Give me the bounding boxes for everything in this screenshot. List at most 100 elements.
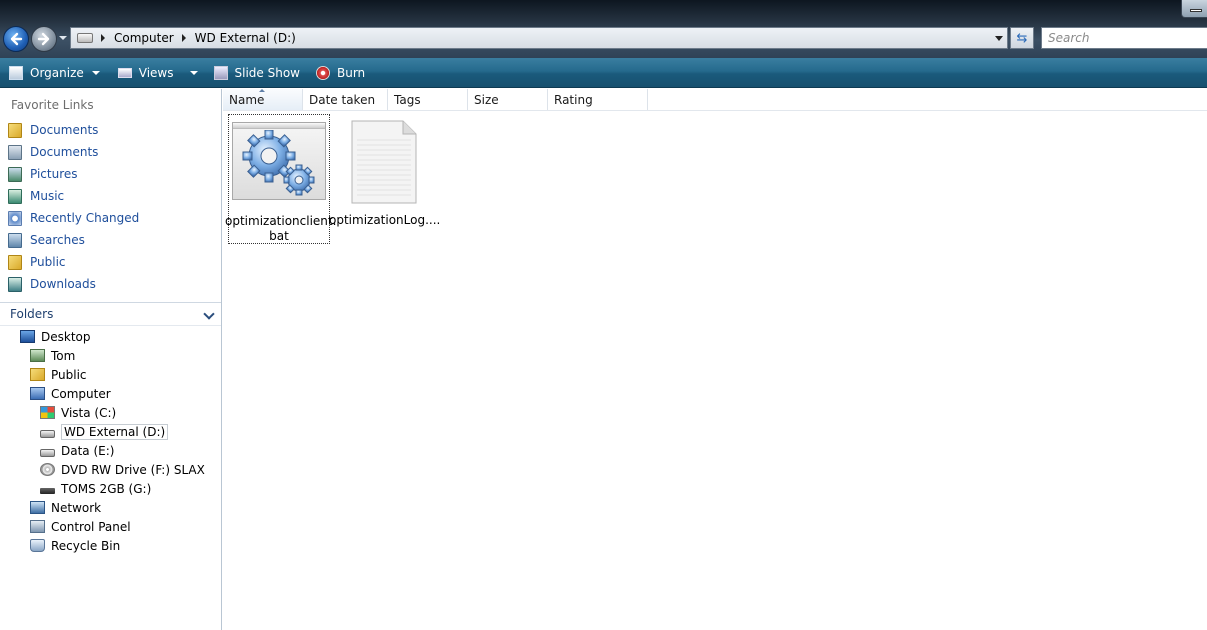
text-document-icon	[351, 120, 417, 204]
computer-icon	[30, 387, 45, 400]
command-bar: Organize Views Slide Show Burn	[0, 58, 1207, 88]
column-header-size[interactable]: Size	[468, 89, 548, 110]
views-icon	[117, 67, 132, 78]
favorite-link-recently-changed[interactable]: Recently Changed	[0, 207, 221, 229]
slide-show-icon	[213, 65, 228, 80]
tree-item-label: Tom	[51, 348, 76, 363]
favorite-link-label: Public	[30, 255, 66, 269]
file-item-optimizationclient-bat[interactable]: optimizationclient. bat	[225, 114, 337, 244]
chevron-down-icon	[91, 70, 100, 75]
organize-button[interactable]: Organize	[0, 58, 106, 87]
tree-item-computer[interactable]: Computer	[30, 384, 111, 403]
favorite-link-public[interactable]: Public	[0, 251, 221, 273]
recycle-bin-icon	[30, 539, 45, 552]
file-item-optimizationlog[interactable]: optimizationLog....	[329, 114, 440, 244]
tree-item-label: Computer	[51, 386, 111, 401]
dvd-drive-icon	[40, 463, 55, 476]
recent-pages-dropdown[interactable]	[59, 36, 67, 40]
folders-header[interactable]: Folders	[0, 302, 221, 326]
tree-item-label: WD External (D:)	[61, 423, 169, 440]
tree-item-label: Desktop	[41, 329, 91, 344]
breadcrumb-separator-icon[interactable]	[101, 34, 105, 42]
tree-item-label: Public	[51, 367, 87, 382]
tree-item-toms-2gb-g[interactable]: TOMS 2GB (G:)	[40, 479, 151, 498]
refresh-icon: ⇆	[1016, 30, 1028, 46]
tree-item-wd-external-d[interactable]: WD External (D:)	[40, 422, 169, 441]
address-box[interactable]: Computer WD External (D:)	[70, 27, 1008, 49]
window-minimize-button[interactable]	[1181, 0, 1207, 18]
address-toolbar: Computer WD External (D:) ⇆ Search	[0, 0, 1207, 58]
column-header-label: Size	[474, 92, 499, 107]
pictures-icon	[8, 166, 22, 182]
tree-item-vista-c[interactable]: Vista (C:)	[40, 403, 116, 422]
slide-show-button[interactable]: Slide Show	[208, 58, 306, 87]
burn-label: Burn	[336, 65, 366, 80]
column-header-tags[interactable]: Tags	[388, 89, 468, 110]
breadcrumb-wd-external[interactable]: WD External (D:)	[195, 31, 296, 45]
favorite-link-searches[interactable]: Searches	[0, 229, 221, 251]
organize-label: Organize	[30, 65, 84, 80]
tree-item-label: Vista (C:)	[61, 405, 117, 420]
recently-changed-icon	[8, 210, 22, 226]
views-button[interactable]: Views	[112, 58, 204, 87]
usb-drive-icon	[40, 488, 55, 494]
burn-disc-icon	[315, 65, 330, 80]
drive-icon	[40, 429, 55, 438]
search-input[interactable]: Search	[1041, 27, 1207, 49]
views-label: Views	[138, 65, 174, 80]
favorite-link-label: Pictures	[30, 167, 78, 181]
favorite-link-music[interactable]: Music	[0, 185, 221, 207]
user-folder-icon	[30, 349, 45, 362]
favorite-link-pictures[interactable]: Pictures	[0, 163, 221, 185]
tree-item-recycle-bin[interactable]: Recycle Bin	[30, 536, 120, 555]
folder-icon	[8, 254, 22, 270]
system-drive-icon	[40, 406, 55, 419]
column-header-label: Date taken	[309, 92, 376, 107]
favorite-link-documents-library[interactable]: Documents	[0, 141, 221, 163]
arrow-left-icon	[10, 32, 23, 46]
column-header-label: Tags	[394, 92, 421, 107]
forward-button[interactable]	[31, 26, 57, 52]
breadcrumb-computer[interactable]: Computer	[114, 31, 174, 45]
file-name-line: optimizationclient.	[225, 214, 337, 228]
favorite-link-documents[interactable]: Documents	[0, 119, 221, 141]
documents-icon	[8, 144, 22, 160]
arrow-right-icon	[37, 32, 50, 46]
breadcrumb-separator-icon[interactable]	[181, 34, 186, 42]
tree-item-dvd-rw-f[interactable]: DVD RW Drive (F:) SLAX	[40, 460, 205, 479]
address-dropdown-icon[interactable]	[995, 36, 1003, 41]
favorite-link-downloads[interactable]: Downloads	[0, 273, 221, 295]
drive-icon	[40, 448, 55, 457]
tree-item-control-panel[interactable]: Control Panel	[30, 517, 131, 536]
file-name-line: optimizationLog....	[329, 213, 441, 227]
column-header-rating[interactable]: Rating	[548, 89, 648, 110]
column-header-name[interactable]: Name	[223, 89, 303, 110]
column-header-row: Name Date taken Tags Size Rating	[223, 89, 1207, 111]
file-name: optimizationclient. bat	[225, 214, 337, 244]
column-header-date-taken[interactable]: Date taken	[303, 89, 388, 110]
desktop-icon	[20, 330, 35, 343]
network-icon	[30, 501, 45, 514]
tree-item-network[interactable]: Network	[30, 498, 101, 517]
tree-item-label: Network	[51, 500, 102, 515]
organize-icon	[9, 65, 23, 80]
tree-item-desktop[interactable]: Desktop	[20, 327, 91, 346]
tree-item-data-e[interactable]: Data (E:)	[40, 441, 114, 460]
favorite-links-header: Favorite Links	[11, 98, 94, 112]
favorite-link-label: Documents	[30, 145, 99, 159]
back-button[interactable]	[3, 26, 29, 52]
tree-item-label: TOMS 2GB (G:)	[61, 481, 152, 496]
column-header-label: Rating	[554, 92, 593, 107]
tree-item-tom[interactable]: Tom	[30, 346, 75, 365]
navigation-pane: Favorite Links Documents Documents Pictu…	[0, 89, 222, 630]
burn-button[interactable]: Burn	[310, 58, 371, 87]
tree-item-label: Recycle Bin	[51, 538, 121, 553]
favorite-link-label: Music	[30, 189, 65, 203]
file-name: optimizationLog....	[329, 213, 441, 228]
slide-show-label: Slide Show	[234, 65, 300, 80]
tree-item-public[interactable]: Public	[30, 365, 87, 384]
favorite-link-label: Documents	[30, 123, 99, 137]
tree-item-label: Control Panel	[51, 519, 131, 534]
refresh-button[interactable]: ⇆	[1010, 27, 1034, 49]
tree-item-label: DVD RW Drive (F:) SLAX	[61, 462, 205, 477]
